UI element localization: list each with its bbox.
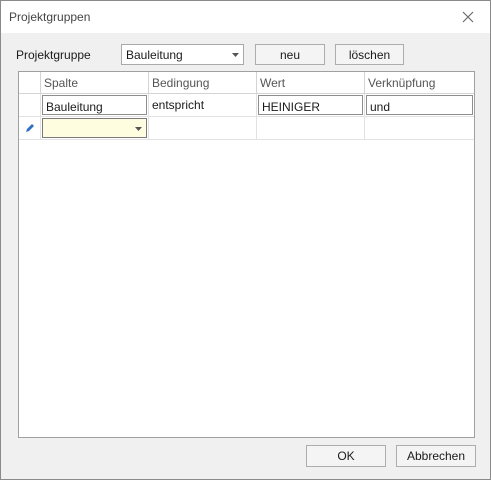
chevron-down-icon (135, 127, 142, 131)
group-label: Projektgruppe (16, 48, 91, 62)
window-title: Projektgruppen (9, 10, 91, 24)
close-button[interactable] (458, 7, 478, 27)
chevron-down-icon (232, 45, 239, 64)
pencil-icon (26, 124, 34, 132)
table-cell-spalte[interactable] (41, 117, 149, 140)
row-indicator[interactable] (19, 117, 41, 140)
column-header-spalte[interactable]: Spalte (41, 72, 149, 94)
spalte-dropdown[interactable] (42, 118, 147, 138)
column-header-bedingung[interactable]: Bedingung (149, 72, 257, 94)
table-cell-verknuepfung[interactable]: und (365, 94, 474, 117)
new-button[interactable]: neu (255, 44, 325, 65)
column-header-wert[interactable]: Wert (257, 72, 365, 94)
row-indicator[interactable] (19, 94, 41, 117)
table-cell-bedingung[interactable]: entspricht (149, 94, 257, 117)
table-cell-wert[interactable] (257, 117, 365, 140)
group-dropdown[interactable]: Bauleitung (121, 44, 244, 65)
table-cell-bedingung[interactable] (149, 117, 257, 140)
dialog-window: Projektgruppen Projektgruppe Bauleitung … (0, 0, 491, 480)
group-dropdown-value: Bauleitung (126, 48, 183, 62)
table-cell-verknuepfung[interactable] (365, 117, 474, 140)
table-cell-wert[interactable]: HEINIGER (257, 94, 365, 117)
delete-button[interactable]: löschen (335, 44, 404, 65)
cancel-button[interactable]: Abbrechen (396, 445, 476, 467)
cell-editor[interactable]: Bauleitung (42, 95, 147, 115)
cell-editor[interactable]: und (366, 95, 473, 115)
conditions-grid: Spalte Bedingung Wert Verknüpfung Baulei… (18, 71, 475, 438)
close-icon (462, 11, 474, 23)
cell-editor[interactable]: HEINIGER (258, 95, 363, 115)
ok-button[interactable]: OK (306, 445, 386, 467)
grid-corner-header (19, 72, 41, 94)
title-bar: Projektgruppen (1, 1, 490, 33)
column-header-verknuepfung[interactable]: Verknüpfung (365, 72, 474, 94)
table-cell-spalte[interactable]: Bauleitung (41, 94, 149, 117)
